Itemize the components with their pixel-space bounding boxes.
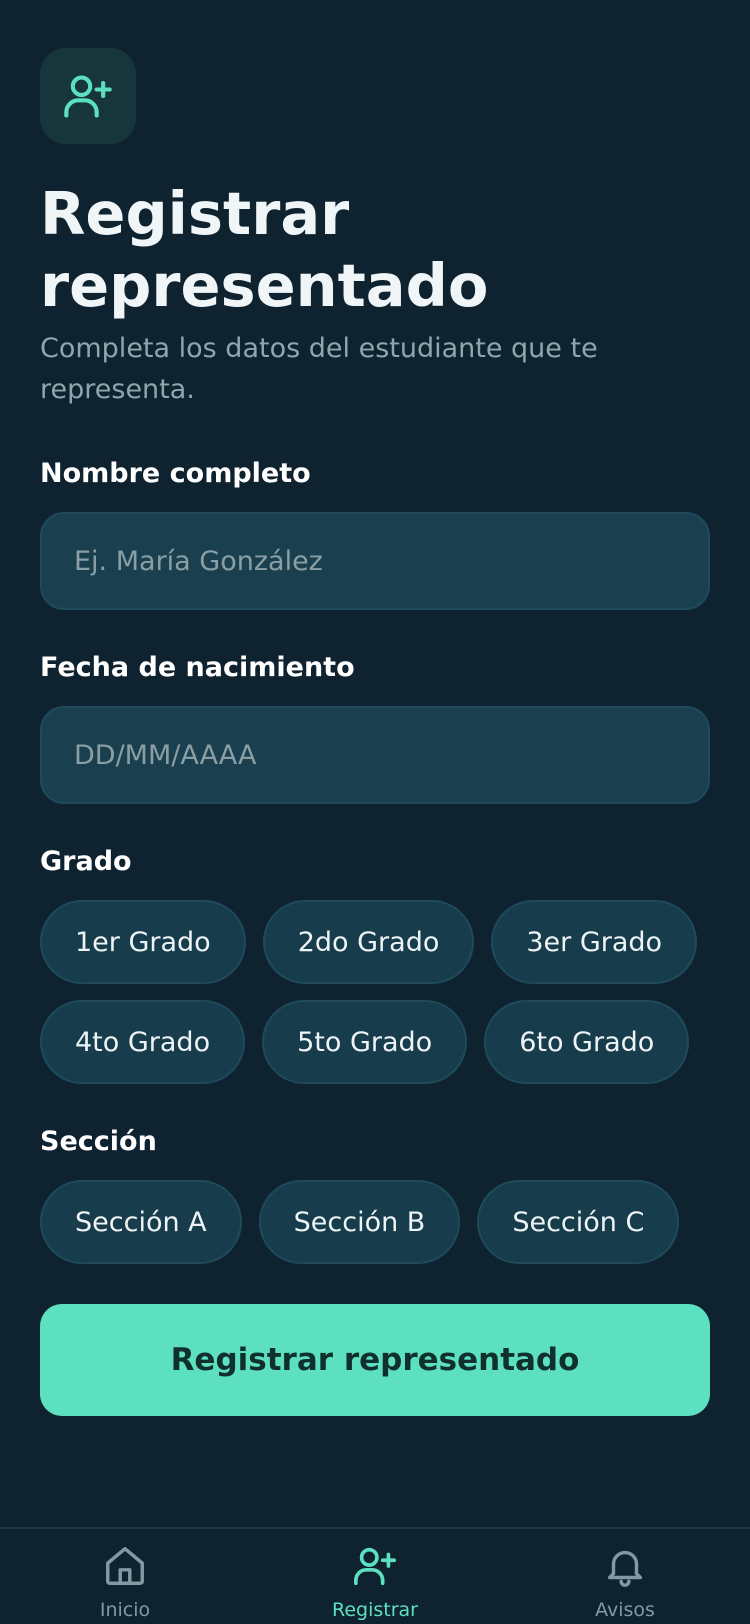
grade-chip-4[interactable]: 4to Grado [40,1000,246,1084]
home-icon [102,1543,148,1593]
bottom-navigation: Inicio Registrar Avisos [0,1527,750,1624]
page-subtitle: Completa los datos del estudiante que te… [40,333,598,405]
nav-item-inicio[interactable]: Inicio [25,1529,225,1624]
grade-chip-5[interactable]: 5to Grado [262,1000,468,1084]
nav-item-registrar[interactable]: Registrar [275,1529,475,1624]
name-label: Nombre completo [40,458,311,489]
grade-chip-6[interactable]: 6to Grado [484,1000,690,1084]
section-chip-c[interactable]: Sección C [477,1180,680,1264]
grade-options-row-1: 1er Grado 2do Grado 3er Grado [40,900,698,984]
user-plus-icon [40,48,136,144]
birthdate-field-container[interactable] [40,706,710,804]
register-screen: Registrar representado Completa los dato… [0,0,750,1624]
section-label: Sección [40,1126,157,1157]
section-chip-b[interactable]: Sección B [258,1180,461,1264]
nav-label-registrar: Registrar [332,1599,418,1621]
nav-item-avisos[interactable]: Avisos [525,1529,725,1624]
bell-icon [602,1543,648,1593]
birthdate-label: Fecha de nacimiento [40,652,355,683]
grade-chip-3[interactable]: 3er Grado [491,900,698,984]
grade-chip-1[interactable]: 1er Grado [40,900,246,984]
name-field[interactable] [74,545,708,577]
birthdate-field[interactable] [74,739,708,771]
grade-chip-2[interactable]: 2do Grado [262,900,475,984]
register-button[interactable]: Registrar representado [40,1304,710,1416]
user-plus-icon [352,1543,398,1593]
grade-options-row-2: 4to Grado 5to Grado 6to Grado [40,1000,690,1084]
nav-label-inicio: Inicio [99,1599,151,1621]
section-options-row: Sección A Sección B Sección C [40,1180,680,1264]
grade-label: Grado [40,846,132,877]
name-field-container[interactable] [40,512,710,610]
page-title: Registrar representado [40,179,489,320]
nav-label-avisos: Avisos [595,1599,655,1621]
section-chip-a[interactable]: Sección A [40,1180,242,1264]
